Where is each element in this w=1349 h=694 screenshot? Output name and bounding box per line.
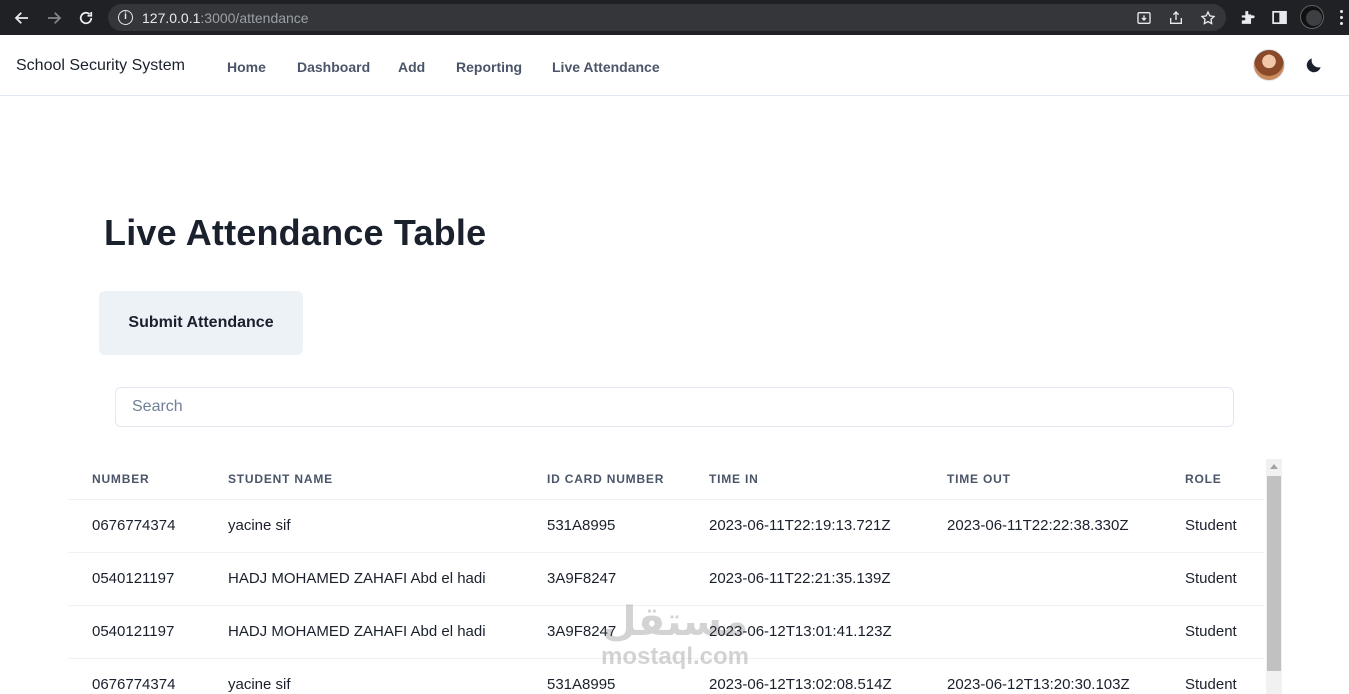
cell-number: 0540121197 (68, 605, 204, 659)
cell-time-in: 2023-06-12T13:01:41.123Z (685, 605, 923, 659)
header-id-card-number: ID CARD NUMBER (523, 459, 685, 500)
back-arrow-icon[interactable] (11, 7, 33, 29)
cell-time-in: 2023-06-11T22:21:35.139Z (685, 552, 923, 606)
header-student-name: STUDENT NAME (204, 459, 523, 500)
browser-profile-avatar[interactable] (1300, 5, 1324, 29)
cell-time-in: 2023-06-11T22:19:13.721Z (685, 499, 923, 553)
cell-time-out (923, 605, 1161, 659)
install-app-icon[interactable] (1136, 10, 1152, 26)
cell-id-card: 3A9F8247 (523, 552, 685, 606)
scrollbar-thumb[interactable] (1267, 476, 1281, 671)
attendance-table: NUMBER STUDENT NAME ID CARD NUMBER TIME … (68, 459, 1264, 694)
header-time-out: TIME OUT (923, 459, 1161, 500)
browser-toolbar: i 127.0.0.1:3000/attendance (0, 0, 1349, 35)
table-row: 0540121197 HADJ MOHAMED ZAHAFI Abd el ha… (68, 605, 1264, 659)
header-time-in: TIME IN (685, 459, 923, 500)
url-host: 127.0.0.1 (142, 10, 201, 26)
cell-student-name: yacine sif (204, 499, 523, 553)
nav-link-live-attendance[interactable]: Live Attendance (552, 59, 660, 75)
cell-time-out (923, 552, 1161, 606)
cell-id-card: 531A8995 (523, 658, 685, 694)
nav-link-reporting[interactable]: Reporting (456, 59, 522, 75)
cell-student-name: yacine sif (204, 658, 523, 694)
share-icon[interactable] (1168, 10, 1184, 26)
cell-number: 0676774374 (68, 658, 204, 694)
address-bar[interactable]: i 127.0.0.1:3000/attendance (108, 4, 1226, 31)
cell-time-in: 2023-06-12T13:02:08.514Z (685, 658, 923, 694)
table-header-row: NUMBER STUDENT NAME ID CARD NUMBER TIME … (68, 459, 1264, 500)
nav-link-dashboard[interactable]: Dashboard (297, 59, 370, 75)
cell-student-name: HADJ MOHAMED ZAHAFI Abd el hadi (204, 605, 523, 659)
submit-attendance-button[interactable]: Submit Attendance (99, 291, 303, 355)
cell-student-name: HADJ MOHAMED ZAHAFI Abd el hadi (204, 552, 523, 606)
browser-menu-icon[interactable] (1340, 10, 1344, 26)
nav-link-add[interactable]: Add (398, 59, 425, 75)
cell-number: 0540121197 (68, 552, 204, 606)
cell-time-out: 2023-06-11T22:22:38.330Z (923, 499, 1161, 553)
nav-link-home[interactable]: Home (227, 59, 266, 75)
brand-title[interactable]: School Security System (16, 57, 185, 75)
page-title: Live Attendance Table (104, 212, 487, 253)
header-number: NUMBER (68, 459, 204, 500)
app-navbar: School Security System Home Dashboard Ad… (0, 35, 1349, 96)
table-row: 0540121197 HADJ MOHAMED ZAHAFI Abd el ha… (68, 552, 1264, 606)
table-scrollbar[interactable] (1266, 459, 1282, 694)
moon-icon[interactable] (1304, 55, 1324, 75)
header-role: ROLE (1161, 459, 1264, 500)
url-text: 127.0.0.1:3000/attendance (142, 10, 309, 26)
table-row: 0676774374 yacine sif 531A8995 2023-06-1… (68, 499, 1264, 553)
cell-role: Student (1161, 658, 1264, 694)
star-icon[interactable] (1200, 10, 1216, 26)
puzzle-icon[interactable] (1239, 9, 1256, 26)
cell-id-card: 531A8995 (523, 499, 685, 553)
url-path: :3000/attendance (200, 10, 309, 26)
cell-role: Student (1161, 499, 1264, 553)
cell-time-out: 2023-06-12T13:20:30.103Z (923, 658, 1161, 694)
search-input[interactable] (115, 387, 1234, 427)
cell-role: Student (1161, 605, 1264, 659)
site-info-icon[interactable]: i (118, 10, 133, 25)
cell-id-card: 3A9F8247 (523, 605, 685, 659)
user-avatar[interactable] (1253, 49, 1285, 81)
table-row: 0676774374 yacine sif 531A8995 2023-06-1… (68, 658, 1264, 694)
reload-icon[interactable] (75, 7, 97, 29)
attendance-table-container: NUMBER STUDENT NAME ID CARD NUMBER TIME … (68, 459, 1282, 694)
side-panel-icon[interactable] (1271, 9, 1288, 26)
cell-role: Student (1161, 552, 1264, 606)
cell-number: 0676774374 (68, 499, 204, 553)
forward-arrow-icon[interactable] (43, 7, 65, 29)
scroll-up-arrow-icon[interactable] (1270, 464, 1278, 469)
